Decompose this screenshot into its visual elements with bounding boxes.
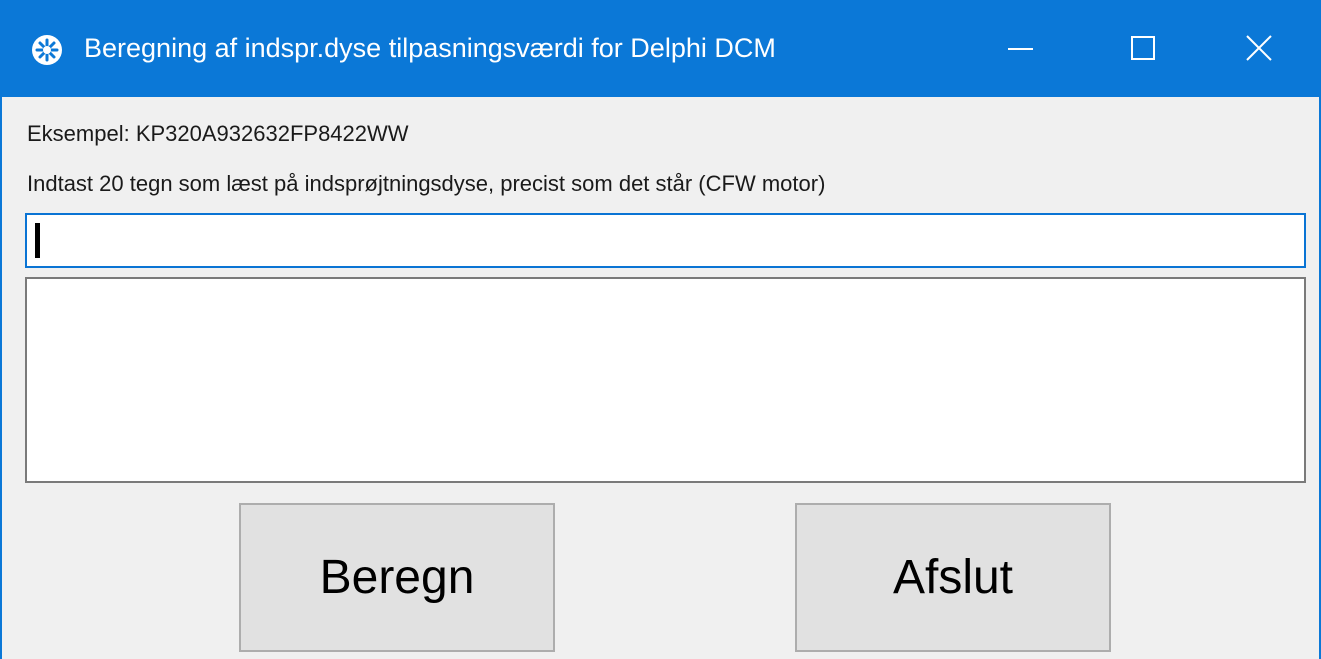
close-button[interactable] bbox=[1195, 0, 1319, 97]
instruction-label: Indtast 20 tegn som læst på indsprøjtnin… bbox=[27, 171, 826, 196]
settings-gear-icon bbox=[32, 35, 62, 65]
close-icon bbox=[1246, 35, 1272, 61]
calculate-button[interactable]: Beregn bbox=[239, 503, 555, 652]
injector-code-input[interactable] bbox=[25, 213, 1306, 268]
text-cursor bbox=[35, 223, 40, 258]
minimize-icon bbox=[1008, 48, 1033, 50]
title-bar[interactable]: Beregning af indspr.dyse tilpasningsværd… bbox=[2, 0, 1319, 97]
example-label: Eksempel: KP320A932632FP8422WW bbox=[27, 121, 409, 146]
maximize-icon bbox=[1131, 36, 1155, 60]
minimize-button[interactable] bbox=[975, 0, 1085, 97]
maximize-button[interactable] bbox=[1085, 0, 1195, 97]
exit-button[interactable]: Afslut bbox=[795, 503, 1111, 652]
app-window: Beregning af indspr.dyse tilpasningsværd… bbox=[0, 0, 1321, 659]
window-title: Beregning af indspr.dyse tilpasningsværd… bbox=[84, 33, 776, 63]
result-box[interactable] bbox=[25, 277, 1306, 483]
